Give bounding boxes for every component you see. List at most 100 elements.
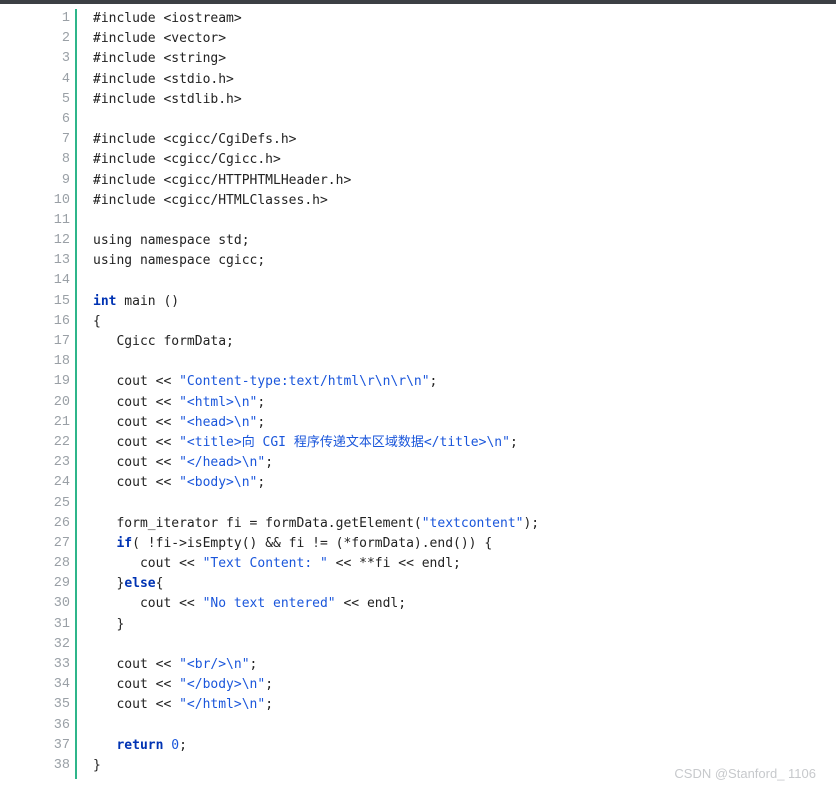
code-line: cout << "</html>\n";: [93, 695, 539, 715]
code-text: cout <<: [93, 657, 180, 672]
code-line: #include <cgicc/HTMLClasses.h>: [93, 191, 539, 211]
code-text: cout <<: [93, 677, 180, 693]
line-number: 27: [53, 535, 70, 551]
code-line: #include <cgicc/Cgicc.h>: [93, 150, 539, 170]
line-number: 14: [53, 273, 70, 289]
code-line: #include <iostream>: [93, 9, 539, 29]
code-text: #include <vector>: [93, 31, 227, 47]
code-text: ;: [265, 455, 274, 471]
code-text: ;: [257, 475, 266, 491]
code-text: cout <<: [93, 414, 180, 430]
line-number: 5: [61, 91, 70, 107]
code-block[interactable]: #include <iostream> #include <vector> #inc…: [93, 9, 539, 776]
line-number: 24: [53, 475, 70, 491]
code-keyword: if: [116, 535, 133, 551]
code-line: cout << "<br/>\n";: [93, 655, 539, 675]
code-string: "</html>\n": [179, 697, 266, 713]
line-number: 9: [61, 172, 70, 188]
code-keyword: return: [116, 737, 164, 753]
code-line: }: [93, 615, 539, 635]
code-text: cout <<: [93, 455, 180, 471]
line-number: 10: [53, 192, 70, 208]
code-text: ;: [257, 394, 266, 410]
line-number: 31: [53, 616, 70, 632]
code-text: ;: [429, 374, 438, 390]
line-number: 19: [53, 374, 70, 390]
line-number: 38: [53, 757, 70, 773]
code-line: Cgicc formData;: [93, 332, 539, 352]
code-text: using namespace cgicc;: [93, 253, 266, 269]
code-text: cout <<: [93, 596, 203, 612]
line-number: 4: [61, 71, 70, 87]
line-number: 12: [53, 233, 70, 249]
code-line: cout << "</head>\n";: [93, 453, 539, 473]
code-text: #include <stdio.h>: [93, 71, 234, 87]
line-number: 7: [61, 132, 70, 148]
line-number: 29: [53, 576, 70, 592]
code-line: #include <stdio.h>: [93, 70, 539, 90]
code-string: "<html>\n": [179, 394, 258, 410]
code-string: "<title>向 CGI 程序传递文本区域数据</title>\n": [179, 434, 510, 450]
code-line: cout << "<head>\n";: [93, 413, 539, 433]
code-string: "</body>\n": [179, 677, 266, 693]
code-text: }: [93, 576, 125, 592]
code-text: ;: [265, 697, 274, 713]
code-text: cout <<: [93, 394, 180, 410]
code-text: ;: [265, 677, 274, 693]
code-string: "textcontent": [421, 515, 524, 531]
line-number: 28: [53, 556, 70, 572]
code-line: #include <vector>: [93, 29, 539, 49]
code-text: ;: [509, 434, 518, 450]
code-line: cout << "<title>向 CGI 程序传递文本区域数据</title>…: [93, 433, 539, 453]
code-text: #include <iostream>: [93, 11, 242, 26]
line-number: 2: [61, 31, 70, 47]
line-number: 21: [53, 414, 70, 430]
code-text: #include <cgicc/HTMLClasses.h>: [93, 192, 328, 208]
line-number: 34: [53, 677, 70, 693]
line-number: 17: [53, 334, 70, 349]
code-text: using namespace std;: [93, 233, 250, 249]
watermark: CSDN @Stanford_ 1106: [674, 766, 816, 781]
line-number: 18: [53, 354, 70, 370]
code-string: "</head>\n": [179, 455, 266, 471]
code-line: cout << "No text entered" << endl;: [93, 594, 539, 614]
code-line: using namespace cgicc;: [93, 251, 539, 271]
code-text: ( !fi->isEmpty() && fi != (*formData).en…: [132, 535, 493, 551]
code-line: }else{: [93, 574, 539, 594]
code-number: 0: [171, 737, 180, 753]
code-line: cout << "<body>\n";: [93, 473, 539, 493]
code-line: form_iterator fi = formData.getElement("…: [93, 514, 539, 534]
code-line: cout << "Text Content: " << **fi << endl…: [93, 554, 539, 574]
code-text: ;: [257, 414, 266, 430]
code-line: #include <stdlib.h>: [93, 90, 539, 110]
code-line: }: [93, 756, 539, 776]
code-text: << endl;: [335, 596, 407, 612]
line-number: 6: [61, 111, 70, 127]
line-number: 25: [53, 495, 70, 511]
code-text: #include <stdlib.h>: [93, 91, 242, 107]
code-line: #include <string>: [93, 49, 539, 69]
line-number: 11: [53, 212, 70, 228]
line-number: 20: [53, 394, 70, 410]
line-number: 30: [53, 596, 70, 612]
code-text: ;: [249, 657, 258, 672]
line-number: 32: [53, 636, 70, 652]
line-number: 23: [53, 455, 70, 471]
code-line: if( !fi->isEmpty() && fi != (*formData).…: [93, 534, 539, 554]
code-text: cout <<: [93, 475, 180, 491]
code-text: Cgicc formData;: [93, 334, 234, 349]
top-bar: [0, 0, 836, 4]
code-string: "<body>\n": [179, 475, 258, 491]
line-number-gutter: 1 2 3 4 5 6 7 8 9 10 11 12 13 14 15 16 17 18 19 20 21 22 23 24 2…: [40, 9, 70, 776]
line-number: 3: [61, 51, 70, 67]
code-text: cout <<: [93, 697, 180, 713]
code-keyword: int: [93, 293, 117, 309]
code-keyword: else: [124, 576, 156, 592]
gutter-divider: [75, 9, 77, 779]
